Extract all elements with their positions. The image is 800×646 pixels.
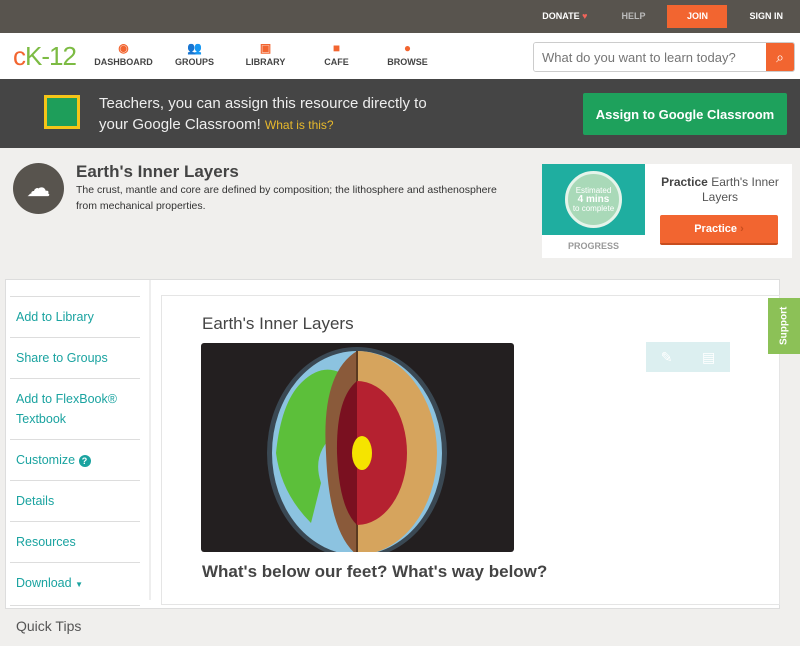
backpack-icon: ▣: [259, 41, 272, 55]
sidebar-download[interactable]: Download ▼: [10, 562, 140, 605]
help-link[interactable]: HELP: [604, 5, 662, 28]
content-title: Earth's Inner Layers: [202, 314, 354, 333]
earth-layers-image: [201, 343, 514, 559]
section-heading: What's below our feet? What's way below?: [202, 562, 548, 581]
sidebar-customize[interactable]: Customize ?: [10, 439, 140, 480]
customize-label: Customize: [16, 453, 76, 467]
practice-card: Estimated 4 mins to complete PROGRESS Prac…: [542, 164, 792, 258]
what-is-this-link[interactable]: What is this?: [265, 118, 334, 132]
join-button[interactable]: JOIN: [667, 5, 728, 28]
concept-title: Earth's Inner Layers: [76, 162, 239, 181]
main-nav: cK-12 ◉ DASHBOARD 👥 GROUPS ▣ LIBRARY ■ CAFE …: [0, 33, 800, 79]
donate-label: DONATE: [542, 11, 580, 21]
sidebar-add-to-flexbook[interactable]: Add to FlexBook® Textbook: [10, 378, 140, 439]
progress-label: PROGRESS: [567, 241, 619, 251]
practice-image: Estimated 4 mins to complete: [542, 164, 645, 235]
annotation-tools: ✎ ▤: [646, 342, 730, 372]
nav-label: BROWSE: [387, 57, 428, 67]
sidebar-add-to-library[interactable]: Add to Library: [10, 296, 140, 337]
quick-tips-heading: Quick Tips: [10, 605, 140, 646]
banner-line1: Teachers, you can assign this resource d…: [99, 95, 427, 112]
est-time: 4 mins: [577, 194, 610, 205]
nav-label: CAFE: [324, 57, 349, 67]
sidebar-share-to-groups[interactable]: Share to Groups: [10, 337, 140, 378]
practice-title: Practice Earth's Inner Layers: [654, 175, 786, 205]
ck12-logo[interactable]: cK-12: [13, 41, 83, 72]
practice-button-label: Practice: [694, 223, 738, 235]
nav-groups[interactable]: 👥 GROUPS: [159, 41, 230, 67]
google-classroom-banner: Teachers, you can assign this resource d…: [0, 79, 800, 148]
people-icon: 👥: [187, 41, 202, 55]
nav-label: GROUPS: [174, 57, 214, 67]
divider: [149, 280, 151, 600]
notes-icon[interactable]: ▤: [702, 349, 715, 366]
nav-label: DASHBOARD: [94, 57, 153, 67]
concept-description: The crust, mantle and core are defined b…: [76, 184, 497, 212]
search-icon: ⌕: [776, 48, 784, 65]
gauge-icon: ◉: [118, 41, 129, 55]
lightbulb-icon: ●: [403, 41, 412, 55]
heart-icon: ♥: [582, 11, 588, 21]
pencil-icon[interactable]: ✎: [661, 349, 673, 366]
practice-title-rest: Earth's Inner Layers: [701, 175, 779, 204]
caret-down-icon: ▼: [75, 580, 83, 589]
banner-text: Teachers, you can assign this resource d…: [99, 93, 427, 136]
est-label2: to complete: [572, 204, 615, 213]
assign-to-google-classroom-button[interactable]: Assign to Google Classroom: [583, 93, 787, 135]
practice-button[interactable]: Practice ›: [660, 215, 778, 245]
chevron-right-icon: ›: [740, 223, 744, 235]
search-input[interactable]: [534, 43, 766, 71]
weather-icon: ☁: [13, 163, 64, 214]
nav-dashboard[interactable]: ◉ DASHBOARD: [88, 41, 159, 67]
support-tab[interactable]: Support: [768, 298, 800, 354]
practice-title-bold: Practice: [661, 175, 708, 189]
sidebar-resources[interactable]: Resources: [10, 521, 140, 562]
nav-library[interactable]: ▣ LIBRARY: [230, 41, 301, 67]
search-button[interactable]: ⌕: [766, 43, 794, 71]
chat-icon: ■: [332, 41, 341, 55]
sidebar-details[interactable]: Details: [10, 480, 140, 521]
help-icon[interactable]: ?: [78, 455, 91, 467]
top-bar: DONATE ♥ HELP JOIN SIGN IN: [0, 0, 800, 33]
download-label: Download: [16, 576, 72, 590]
nav-cafe[interactable]: ■ CAFE: [301, 41, 372, 67]
search-box: ⌕: [533, 42, 795, 72]
estimate-badge: Estimated 4 mins to complete: [565, 171, 622, 228]
nav-browse[interactable]: ● BROWSE: [372, 41, 443, 67]
sidebar: Add to Library Share to Groups Add to Fl…: [10, 296, 140, 646]
sign-in-link[interactable]: SIGN IN: [732, 5, 800, 28]
donate-link[interactable]: DONATE ♥: [525, 5, 604, 28]
nav-label: LIBRARY: [245, 57, 286, 67]
earth-cutaway-illustration: [267, 347, 447, 559]
google-classroom-icon: [44, 95, 80, 129]
banner-line2: your Google Classroom!: [99, 116, 261, 133]
